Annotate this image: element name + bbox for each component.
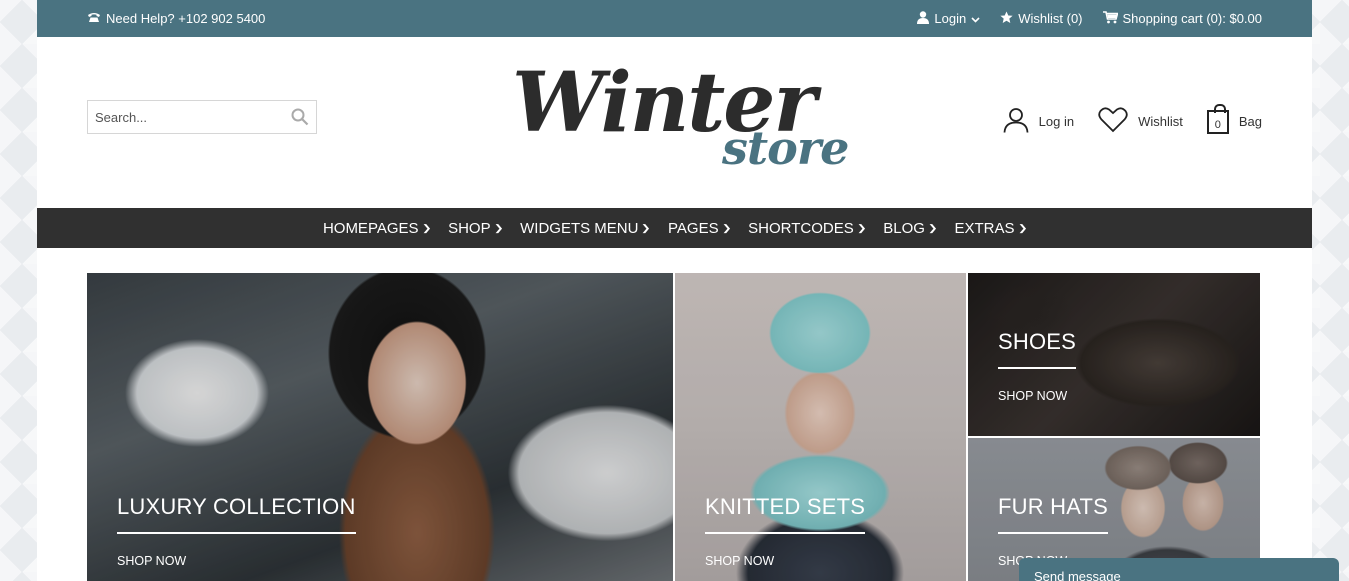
- nav-label: WIDGETS MENU: [520, 219, 639, 237]
- banner-title: SHOES: [998, 329, 1077, 369]
- chevron-down-icon: [971, 11, 980, 26]
- user-icon: [917, 10, 930, 27]
- nav-label: HOMEPAGES: [322, 219, 419, 237]
- nav-label: SHORTCODES: [748, 219, 854, 237]
- help-text: Need Help? +102 902 5400: [106, 11, 266, 26]
- banner-title: FUR HATS: [998, 494, 1108, 534]
- header-actions: Log in Wishlist 0 Bag: [979, 103, 1262, 136]
- bag-icon: 0: [1206, 103, 1229, 134]
- nav-item-shortcodes[interactable]: SHORTCODES ❯: [748, 219, 867, 237]
- nav-item-homepages[interactable]: HOMEPAGES ❯: [322, 219, 432, 237]
- nav-label: SHOP: [448, 219, 491, 237]
- chevron-down-icon: ❯: [721, 222, 732, 233]
- top-bar: Need Help? +102 902 5400 Login Wishlist …: [37, 0, 1312, 37]
- banner-knitted-sets[interactable]: KNITTED SETS SHOP NOW: [675, 273, 966, 581]
- nav-item-extras[interactable]: EXTRAS ❯: [954, 219, 1028, 237]
- bag-count: 0: [1214, 118, 1221, 131]
- banner-luxury-collection[interactable]: LUXURY COLLECTION SHOP NOW: [87, 273, 673, 581]
- search-icon[interactable]: [284, 108, 316, 126]
- header-wishlist-label: Wishlist: [1138, 114, 1183, 129]
- shop-now-link[interactable]: SHOP NOW: [998, 389, 1067, 403]
- header: Winter store Log in Wishlist 0 Bag: [37, 37, 1312, 208]
- chevron-down-icon: ❯: [493, 222, 504, 233]
- banner-image: [87, 273, 673, 581]
- phone-icon: [87, 11, 101, 26]
- search-box: [87, 100, 317, 134]
- nav-label: EXTRAS: [954, 219, 1015, 237]
- main-nav: HOMEPAGES ❯ SHOP ❯ WIDGETS MENU ❯ PAGES ❯ SH…: [37, 208, 1312, 248]
- login-label: Login: [934, 11, 967, 26]
- chevron-down-icon: ❯: [421, 222, 432, 233]
- search-input[interactable]: [88, 101, 284, 133]
- page: Need Help? +102 902 5400 Login Wishlist …: [37, 0, 1312, 581]
- send-message-label: Send message: [1034, 569, 1121, 581]
- header-wishlist-link[interactable]: Wishlist: [1098, 107, 1183, 136]
- login-dropdown[interactable]: Login: [917, 10, 980, 27]
- shop-now-link[interactable]: SHOP NOW: [705, 554, 774, 568]
- nav-item-pages[interactable]: PAGES ❯: [668, 219, 732, 237]
- star-icon: [1000, 11, 1013, 27]
- send-message-chat-button[interactable]: Send message: [1019, 558, 1339, 581]
- chevron-down-icon: ❯: [856, 222, 867, 233]
- banner-image: [675, 273, 966, 581]
- site-logo[interactable]: Winter store: [507, 55, 849, 185]
- wishlist-label: Wishlist (0): [1018, 11, 1083, 26]
- help-phone[interactable]: Need Help? +102 902 5400: [87, 11, 265, 26]
- banner-title: LUXURY COLLECTION: [117, 494, 356, 534]
- cart-icon: [1102, 10, 1119, 27]
- cart-label: Shopping cart (0): $0.00: [1122, 11, 1262, 26]
- nav-label: BLOG: [883, 219, 925, 237]
- nav-label: PAGES: [668, 219, 719, 237]
- nav-item-blog[interactable]: BLOG ❯: [883, 219, 938, 237]
- banner-shoes[interactable]: SHOES SHOP NOW: [968, 273, 1260, 436]
- chevron-down-icon: ❯: [927, 222, 938, 233]
- banner-grid: LUXURY COLLECTION SHOP NOW KNITTED SETS …: [87, 273, 1260, 581]
- header-bag-label: Bag: [1238, 114, 1262, 129]
- chevron-down-icon: ❯: [641, 222, 652, 233]
- nav-item-shop[interactable]: SHOP ❯: [448, 219, 504, 237]
- shopping-cart-link[interactable]: Shopping cart (0): $0.00: [1102, 10, 1262, 27]
- header-login-link[interactable]: Log in: [1003, 107, 1074, 136]
- heart-icon: [1098, 107, 1128, 136]
- logo-word-store: store: [722, 121, 849, 175]
- chevron-down-icon: ❯: [1017, 222, 1028, 233]
- user-outline-icon: [1003, 107, 1029, 136]
- header-login-label: Log in: [1038, 114, 1075, 129]
- header-bag-link[interactable]: 0 Bag: [1206, 103, 1262, 134]
- shop-now-link[interactable]: SHOP NOW: [117, 554, 186, 568]
- wishlist-link[interactable]: Wishlist (0): [1000, 11, 1083, 27]
- nav-item-widgets-menu[interactable]: WIDGETS MENU ❯: [520, 219, 652, 237]
- banner-title: KNITTED SETS: [705, 494, 866, 534]
